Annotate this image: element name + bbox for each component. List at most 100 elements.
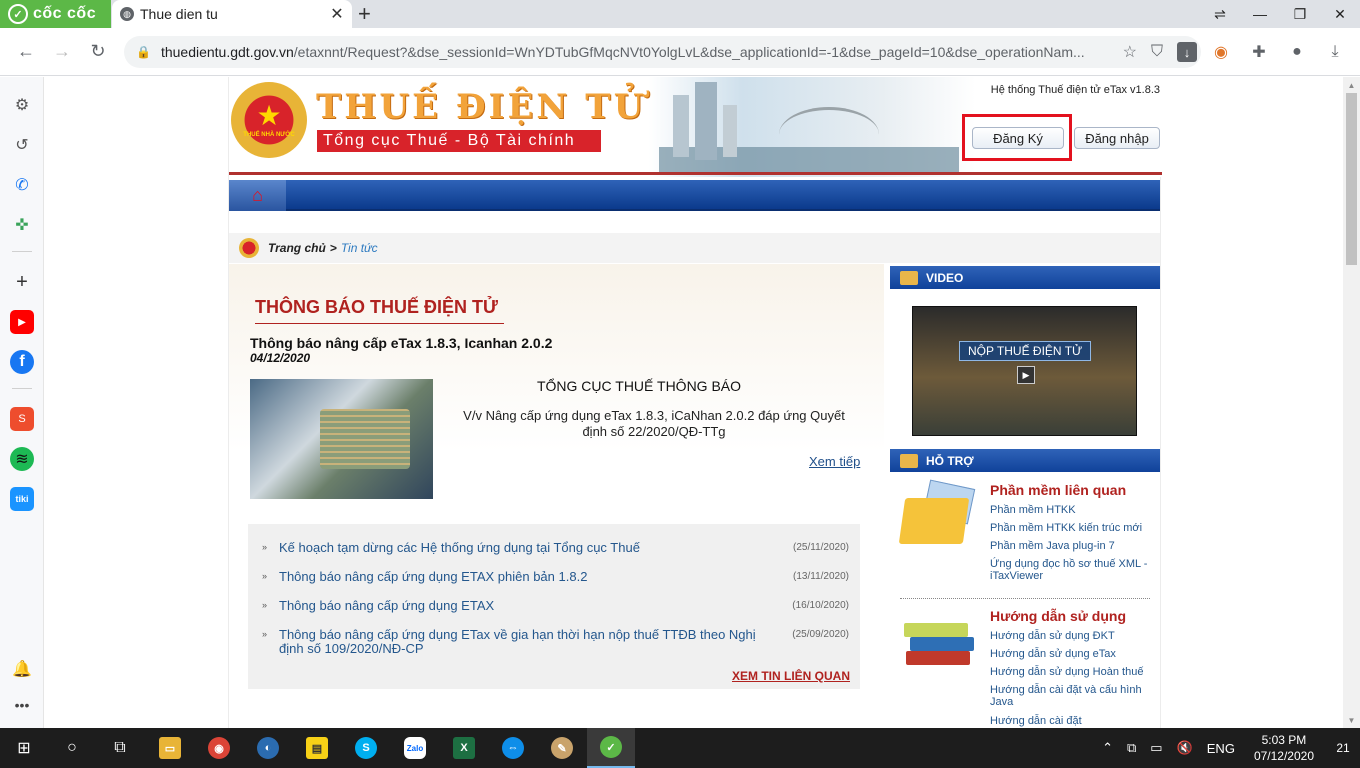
back-button[interactable]: ← [8, 34, 44, 70]
tray-chevron-up-icon[interactable]: ⌃ [1095, 740, 1120, 756]
reload-button[interactable]: ↻ [80, 34, 116, 70]
breadcrumb-current[interactable]: Tin tức [341, 241, 378, 255]
see-related-news-link[interactable]: XEM TIN LIÊN QUAN [732, 669, 850, 683]
forward-button[interactable]: → [44, 34, 80, 70]
taskbar-app[interactable]: ◐ [244, 728, 292, 768]
featured-news-heading: TỔNG CỤC THUẾ THÔNG BÁO [536, 378, 742, 394]
software-link[interactable]: Phần mềm HTKK [990, 504, 1155, 516]
home-icon: ⌂ [252, 185, 263, 205]
lock-icon[interactable]: 🔒 [136, 45, 151, 59]
maximize-button[interactable]: ❐ [1280, 0, 1320, 28]
breadcrumb-home[interactable]: Trang chủ [268, 241, 326, 255]
downloads-icon[interactable]: ⤓ [1324, 43, 1346, 61]
shopee-icon[interactable]: S [10, 407, 34, 431]
volume-muted-icon[interactable]: 🔇 [1170, 740, 1200, 756]
tiki-icon[interactable]: tiki [10, 487, 34, 511]
taskbar-chrome[interactable]: ◉ [195, 728, 243, 768]
video-section-header: VIDEO [890, 266, 1160, 289]
guide-link[interactable]: Hướng dẫn cài đặt và cấu hình Java [990, 684, 1155, 708]
login-button[interactable]: Đăng nhập [1074, 127, 1160, 149]
scroll-up-icon[interactable]: ▲ [1343, 77, 1360, 93]
news-title[interactable]: Kế hoạch tạm dừng các Hệ thống ứng dụng … [279, 541, 779, 555]
guide-link[interactable]: Hướng dẫn sử dụng eTax [990, 648, 1155, 660]
game-controller-icon[interactable]: ✜ [10, 213, 34, 237]
software-link[interactable]: Ứng dụng đọc hồ sơ thuế XML - iTaxViewer [990, 558, 1155, 582]
spotify-icon[interactable]: ≋ [10, 447, 34, 471]
shield-icon[interactable]: ⛉ [1151, 43, 1163, 61]
system-clock[interactable]: 5:03 PM 07/12/2020 [1242, 732, 1326, 764]
news-title[interactable]: Thông báo nâng cấp ứng dụng ETAX [279, 599, 779, 613]
history-icon[interactable]: ↺ [10, 133, 34, 157]
support-divider [900, 598, 1150, 599]
close-tab-icon[interactable]: ✕ [322, 4, 352, 24]
register-button[interactable]: Đăng Ký [972, 127, 1064, 149]
brand-label: cốc cốc [33, 5, 97, 22]
coccoc-extension-icon[interactable]: ◉ [1210, 42, 1232, 62]
tab-title: Thue dien tu [140, 6, 218, 22]
bookmark-star-icon[interactable]: ☆ [1123, 42, 1137, 62]
start-button[interactable]: ⊞ [0, 728, 48, 768]
video-player[interactable]: NỘP THUẾ ĐIỆN TỬ ▶ [912, 306, 1137, 436]
scroll-down-icon[interactable]: ▼ [1343, 712, 1360, 728]
news-title[interactable]: Thông báo nâng cấp ứng dụng ETAX phiên b… [279, 570, 779, 584]
support-section-header: HỖ TRỢ [890, 449, 1160, 472]
browser-tab[interactable]: ◍ Thue dien tu ✕ [112, 0, 352, 28]
taskbar-paint[interactable]: ✎ [538, 728, 586, 768]
software-link[interactable]: Phần mềm HTKK kiến trúc mới [990, 522, 1155, 534]
read-more-link[interactable]: Xem tiếp [809, 454, 860, 469]
page-scrollbar[interactable]: ▲ ▼ [1343, 77, 1360, 728]
paint-palette-icon: ✎ [551, 737, 573, 759]
news-date: (13/11/2020) [793, 571, 849, 582]
coccoc-menu-button[interactable]: ✓ cốc cốc [0, 0, 111, 28]
breadcrumb: Trang chủ > Tin tức [229, 233, 1160, 263]
search-button[interactable]: ○ [48, 728, 96, 768]
add-sidebar-app-icon[interactable]: + [10, 270, 34, 294]
facebook-icon[interactable]: f [10, 350, 34, 374]
folder-icon: ▭ [159, 737, 181, 759]
address-bar[interactable]: 🔒 thuedientu.gdt.gov.vn /etaxnnt/Request… [124, 36, 1201, 68]
guide-link[interactable]: Hướng dẫn sử dụng Hoàn thuế [990, 666, 1155, 678]
new-tab-button[interactable]: + [358, 2, 371, 26]
featured-news-image[interactable] [250, 379, 433, 499]
notification-bell-icon[interactable]: 🔔 [10, 657, 34, 681]
input-language[interactable]: ENG [1200, 741, 1242, 756]
task-view-button[interactable]: ⧉ [96, 728, 144, 768]
taskbar-file-explorer[interactable]: ▭ [146, 728, 194, 768]
breadcrumb-emblem-icon [239, 238, 259, 258]
news-title[interactable]: Thông báo nâng cấp ứng dụng ETax về gia … [279, 628, 779, 656]
more-options-icon[interactable]: ••• [10, 693, 34, 717]
news-date: (16/10/2020) [792, 600, 849, 611]
settings-gear-icon[interactable]: ⚙ [10, 93, 34, 117]
puzzle-extensions-icon[interactable]: ✚ [1248, 42, 1270, 62]
action-center-button[interactable]: 21 [1326, 728, 1360, 768]
download-video-icon[interactable]: ↓ [1177, 42, 1197, 62]
browser-toolbar: ← → ↻ 🔒 thuedientu.gdt.gov.vn /etaxnnt/R… [0, 28, 1360, 76]
search-circle-icon: ○ [67, 739, 77, 756]
taskbar-teamviewer[interactable]: ⇔ [489, 728, 537, 768]
guide-link[interactable]: Hướng dẫn sử dụng ĐKT [990, 630, 1155, 642]
window-controls: ⇌ — ❐ ✕ [1200, 0, 1360, 28]
taskbar-coccoc[interactable]: ✓ [587, 728, 635, 768]
software-link[interactable]: Phần mềm Java plug-in 7 [990, 540, 1155, 552]
sticky-note-icon: ▤ [306, 737, 328, 759]
play-icon[interactable]: ▶ [1017, 366, 1035, 384]
home-nav-button[interactable]: ⌂ [229, 180, 286, 211]
featured-news-title[interactable]: Thông báo nâng cấp eTax 1.8.3, Icanhan 2… [250, 335, 552, 351]
window-close-button[interactable]: ✕ [1320, 0, 1360, 28]
taskbar-zalo[interactable]: Zalo [391, 728, 439, 768]
messenger-icon[interactable]: ✆ [10, 173, 34, 197]
right-column: VIDEO NỘP THUẾ ĐIỆN TỬ ▶ HỖ TRỢ Phần mềm… [890, 266, 1160, 728]
minimize-button[interactable]: — [1240, 0, 1280, 28]
restore-tabs-icon[interactable]: ⇌ [1200, 0, 1240, 28]
taskbar-sticky-notes[interactable]: ▤ [293, 728, 341, 768]
banner-divider [229, 172, 1162, 175]
profile-avatar-icon[interactable]: ● [1286, 43, 1308, 61]
taskbar-skype[interactable]: S [342, 728, 390, 768]
taskbar-excel[interactable]: X [440, 728, 488, 768]
scrollbar-thumb[interactable] [1346, 93, 1357, 265]
guide-link[interactable]: Hướng dẫn cài đặt [990, 715, 1155, 727]
network-icon[interactable]: ▭ [1143, 740, 1169, 756]
city-banner-image [659, 77, 959, 172]
youtube-icon[interactable]: ▶ [10, 310, 34, 334]
tray-app-icon[interactable]: ⧉ [1120, 740, 1143, 756]
